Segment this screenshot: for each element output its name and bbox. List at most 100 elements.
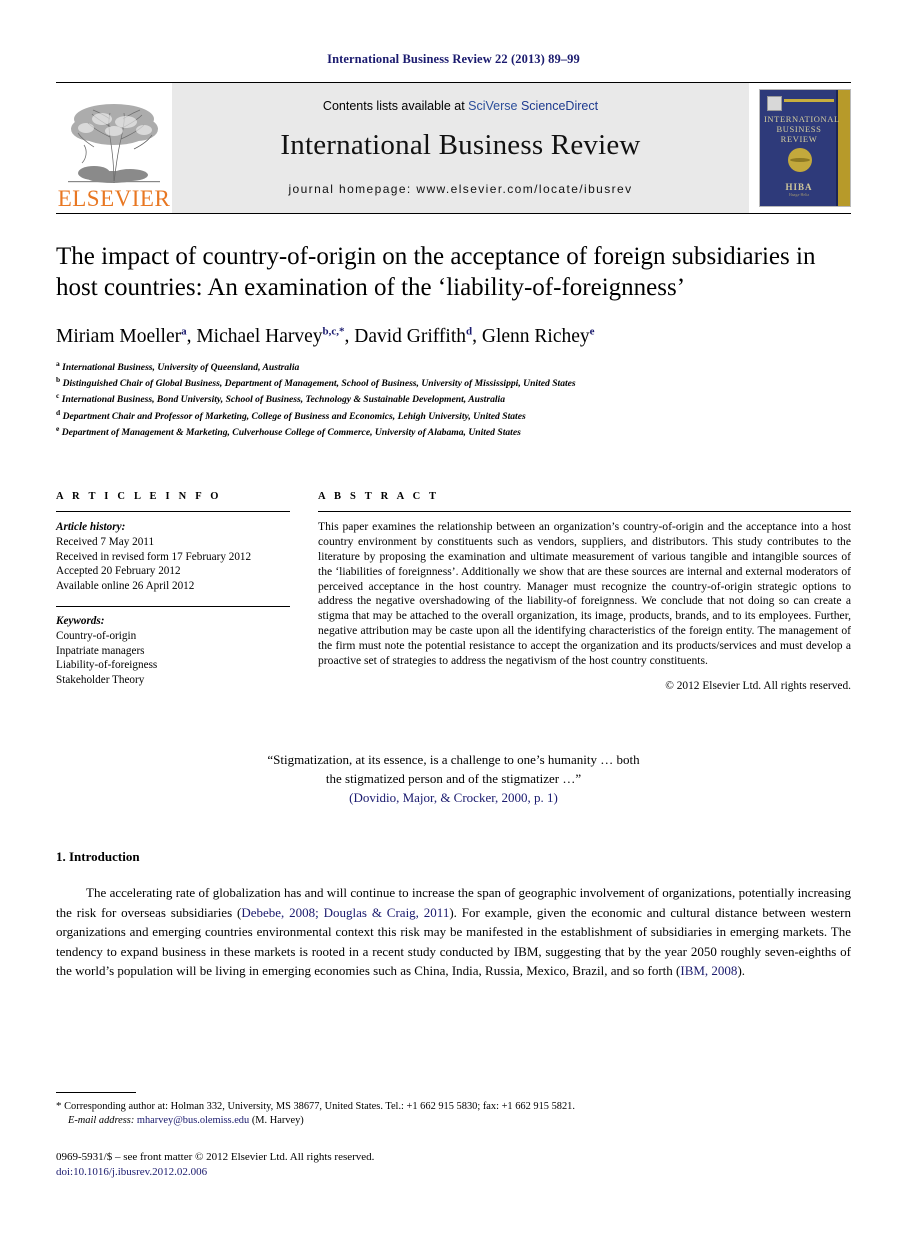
section-heading-introduction: 1. Introduction bbox=[56, 849, 140, 865]
keyword-1: Country-of-origin bbox=[56, 630, 137, 643]
footnote-email-label: E-mail address: bbox=[68, 1115, 135, 1126]
epigraph-citation-tail: , p. 1) bbox=[527, 790, 558, 806]
history-revised: Received in revised form 17 February 201… bbox=[56, 550, 252, 563]
affiliation-list: a International Business, University of … bbox=[56, 358, 851, 440]
abstract-copyright: © 2012 Elsevier Ltd. All rights reserved… bbox=[665, 680, 851, 693]
journal-homepage-link[interactable]: journal homepage: www.elsevier.com/locat… bbox=[288, 182, 632, 196]
sciverse-link[interactable]: SciVerse bbox=[468, 99, 517, 113]
masthead-bottom-rule bbox=[56, 213, 851, 214]
affiliation-d-text: Department Chair and Professor of Market… bbox=[62, 410, 526, 422]
article-info-rule bbox=[56, 511, 290, 513]
abstract-heading: A B S T R A C T bbox=[318, 491, 440, 503]
affiliation-a-mark: a bbox=[56, 358, 60, 368]
running-head: International Business Review 22 (2013) … bbox=[327, 52, 580, 66]
citation-debebe-douglas-craig[interactable]: Debebe, 2008; Douglas & Craig, 2011 bbox=[241, 905, 449, 920]
author-4-name: Glenn Richey bbox=[481, 325, 590, 347]
abstract-rule bbox=[318, 511, 851, 513]
abstract-text: This paper examines the relationship bet… bbox=[318, 520, 851, 667]
masthead-center: Contents lists available at SciVerse Sci… bbox=[172, 83, 749, 213]
cover-title-line-1: INTERNATIONAL bbox=[764, 114, 840, 124]
author-1: Miriam Moellera bbox=[56, 325, 187, 347]
keyword-4: Stakeholder Theory bbox=[56, 673, 145, 686]
epigraph: “Stigmatization, at its essence, is a ch… bbox=[56, 750, 851, 807]
elsevier-tree-icon bbox=[68, 104, 160, 184]
article-info-column: A R T I C L E I N F O Article history: R… bbox=[56, 491, 290, 692]
footnote-block: * Corresponding author at: Holman 332, U… bbox=[56, 1092, 851, 1180]
footnote-email: E-mail address: mharvey@bus.olemiss.edu … bbox=[56, 1114, 851, 1128]
cover-emblem-icon bbox=[767, 96, 782, 111]
epigraph-line-2: the stigmatized person and of the stigma… bbox=[325, 771, 582, 787]
keyword-2: Inpatriate managers bbox=[56, 644, 145, 657]
issn-line: 0969-5931/$ – see front matter © 2012 El… bbox=[56, 1151, 375, 1163]
keywords-block: Keywords: Country-of-origin Inpatriate m… bbox=[56, 614, 290, 687]
footnote-corresponding-author: * Corresponding author at: Holman 332, U… bbox=[56, 1099, 851, 1114]
author-4-marks: e bbox=[589, 325, 595, 337]
affiliation-e: e Department of Management & Marketing, … bbox=[56, 423, 851, 439]
affiliation-b: b Distinguished Chair of Global Business… bbox=[56, 374, 851, 390]
intro-paragraph-1: The accelerating rate of globalization h… bbox=[56, 883, 851, 980]
affiliation-d: d Department Chair and Professor of Mark… bbox=[56, 407, 851, 423]
author-2-marks: b,c,* bbox=[322, 325, 345, 337]
journal-cover-thumbnail[interactable]: INTERNATIONAL BUSINESS REVIEW HIBA Haaga… bbox=[759, 89, 851, 207]
affiliation-c-mark: c bbox=[56, 391, 60, 401]
history-online: Available online 26 April 2012 bbox=[56, 579, 195, 592]
cover-title-line-2: BUSINESS bbox=[776, 124, 822, 134]
history-accepted: Accepted 20 February 2012 bbox=[56, 565, 181, 578]
footnote-email-address[interactable]: mharvey@bus.olemiss.edu bbox=[137, 1115, 249, 1126]
epigraph-line-1: “Stigmatization, at its essence, is a ch… bbox=[267, 752, 640, 768]
author-sep-1: , bbox=[186, 325, 197, 347]
cover-society-name: HIBA bbox=[785, 182, 813, 192]
elsevier-wordmark: ELSEVIER bbox=[57, 186, 171, 211]
author-sep-2: , bbox=[344, 325, 355, 347]
cover-title: INTERNATIONAL BUSINESS REVIEW bbox=[764, 114, 840, 144]
elsevier-logo: ELSEVIER bbox=[56, 83, 172, 213]
cover-title-line-3: REVIEW bbox=[780, 134, 818, 144]
epigraph-citation: (Dovidio, Major, & Crocker, 2000, p. 1) bbox=[56, 788, 851, 807]
affiliation-b-text: Distinguished Chair of Global Business, … bbox=[62, 378, 576, 390]
cover-spine-line bbox=[836, 90, 838, 206]
keywords-rule bbox=[56, 606, 290, 608]
author-3-name: David Griffith bbox=[354, 325, 466, 347]
affiliation-a: a International Business, University of … bbox=[56, 358, 851, 374]
affiliation-a-text: International Business, University of Qu… bbox=[62, 361, 300, 373]
author-2: Michael Harveyb,c,* bbox=[196, 325, 345, 347]
paper-page: International Business Review 22 (2013) … bbox=[0, 0, 907, 1238]
journal-title: International Business Review bbox=[280, 128, 641, 161]
citation-ibm-2008[interactable]: IBM, 2008 bbox=[680, 963, 737, 978]
page-title: The impact of country-of-origin on the a… bbox=[56, 243, 816, 301]
affiliation-c-text: International Business, Bond University,… bbox=[61, 394, 506, 406]
sciencedirect-link[interactable]: ScienceDirect bbox=[517, 99, 598, 113]
issn-block: 0969-5931/$ – see front matter © 2012 El… bbox=[56, 1150, 851, 1180]
affiliation-b-mark: b bbox=[56, 374, 61, 384]
journal-masthead: ELSEVIER Contents lists available at Sci… bbox=[56, 82, 851, 213]
footnote-asterisk: * bbox=[56, 1100, 62, 1112]
info-abstract-row: A R T I C L E I N F O Article history: R… bbox=[56, 491, 851, 692]
author-4: Glenn Richeye bbox=[481, 325, 595, 347]
author-3: David Griffithd bbox=[354, 325, 472, 347]
affiliation-e-mark: e bbox=[56, 424, 60, 434]
doi-value[interactable]: 10.1016/j.ibusrev.2012.02.006 bbox=[73, 1166, 207, 1178]
author-2-name: Michael Harvey bbox=[196, 325, 323, 347]
contents-prefix: Contents lists available at bbox=[322, 98, 469, 113]
footnote-rule bbox=[56, 1092, 136, 1093]
affiliation-d-mark: d bbox=[56, 407, 61, 417]
intro-text-c: ). bbox=[737, 963, 746, 979]
cover-globe-icon bbox=[788, 148, 812, 172]
abstract-column: A B S T R A C T This paper examines the … bbox=[318, 491, 851, 692]
cover-spine bbox=[838, 90, 850, 206]
cover-top-rule bbox=[784, 99, 834, 102]
epigraph-citation-link[interactable]: (Dovidio, Major, & Crocker, 2000 bbox=[349, 790, 527, 805]
keyword-3: Liability-of-foreigness bbox=[56, 659, 158, 672]
article-info-heading: A R T I C L E I N F O bbox=[56, 491, 222, 503]
author-1-name: Miriam Moeller bbox=[56, 325, 182, 347]
doi-line: doi:10.1016/j.ibusrev.2012.02.006 bbox=[56, 1165, 851, 1180]
cover-society-mark: HIBA Haaga-Helia bbox=[764, 182, 834, 197]
doi-label: doi: bbox=[56, 1166, 74, 1178]
cover-society-subtitle: Haaga-Helia bbox=[788, 192, 810, 197]
author-list: Miriam Moellera, Michael Harveyb,c,*, Da… bbox=[56, 319, 851, 349]
footnote-email-owner: (M. Harvey) bbox=[251, 1115, 304, 1126]
contents-available-line: Contents lists available at SciVerse Sci… bbox=[323, 99, 598, 113]
affiliation-e-text: Department of Management & Marketing, Cu… bbox=[61, 427, 521, 439]
keywords-label: Keywords: bbox=[56, 615, 105, 628]
history-received: Received 7 May 2011 bbox=[56, 536, 155, 549]
